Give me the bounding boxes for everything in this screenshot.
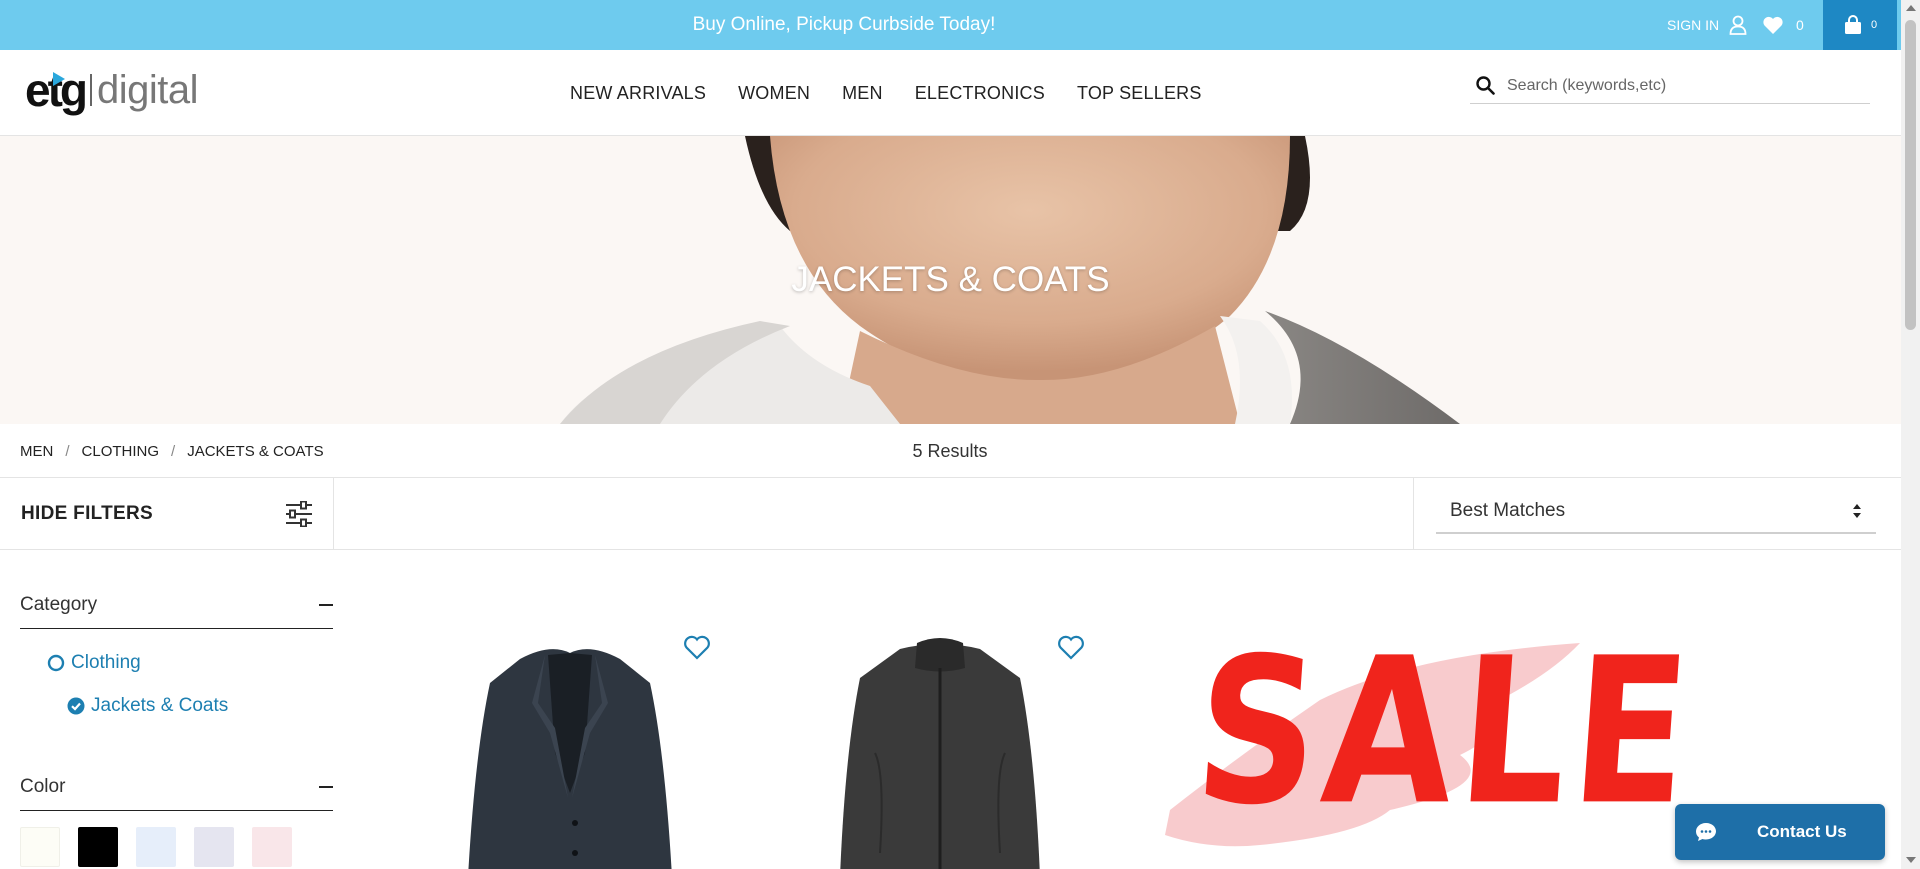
facet-category-header[interactable]: Category [20,581,333,629]
filter-sidebar: Category Clothing Jackets & Coats Color [20,550,333,869]
circle-outline-icon [47,654,65,671]
breadcrumb: MEN / CLOTHING / JACKETS & COATS [20,424,324,478]
wishlist-link[interactable]: 0 [1762,0,1804,50]
breadcrumb-separator: / [171,442,176,460]
promo-text: Buy Online, Pickup Curbside Today! [692,14,996,35]
site-logo[interactable]: etg digital [25,64,199,116]
color-swatch-black[interactable] [78,827,118,867]
minus-icon [319,785,333,788]
color-swatch-lavender[interactable] [194,827,234,867]
sort-selected-value: Best Matches [1450,500,1566,521]
sale-text: SALE [1188,614,1703,850]
promo-bar: Buy Online, Pickup Curbside Today! SIGN … [0,0,1901,50]
category-list: Clothing Jackets & Coats [20,641,333,727]
facet-category-title: Category [20,593,98,615]
category-item-clothing[interactable]: Clothing [47,641,333,684]
product-card[interactable] [805,625,1105,869]
hide-filters-label: HIDE FILTERS [21,503,154,524]
hide-filters-button[interactable]: HIDE FILTERS [0,478,334,550]
wishlist-heart-icon[interactable] [1057,635,1085,661]
nav-item-top-sellers[interactable]: TOP SELLERS [1077,83,1202,104]
breadcrumb-row: MEN / CLOTHING / JACKETS & COATS 5 Resul… [0,424,1901,478]
category-item-jackets-coats[interactable]: Jackets & Coats [47,684,333,727]
wishlist-heart-icon[interactable] [683,635,711,661]
product-image-black-jacket [840,638,1040,869]
check-circle-icon [67,697,85,714]
scroll-up-arrow-icon[interactable] [1906,5,1916,11]
color-swatch-ivory[interactable] [20,827,60,867]
nav-item-new-arrivals[interactable]: NEW ARRIVALS [570,83,706,104]
chat-bubble-icon [1696,823,1716,841]
page: Buy Online, Pickup Curbside Today! SIGN … [0,0,1920,869]
wishlist-count: 0 [1796,17,1804,33]
cart-count: 0 [1870,19,1878,31]
scrollbar-thumb[interactable] [1905,20,1916,330]
breadcrumb-item-current: JACKETS & COATS [187,442,324,460]
main-nav: NEW ARRIVALS WOMEN MEN ELECTRONICS TOP S… [570,50,1202,136]
page-scrollbar[interactable] [1901,0,1920,869]
logo-digital: digital [97,67,199,112]
product-image-suit-jacket [468,649,672,869]
facet-color-title: Color [20,775,66,797]
category-label: Jackets & Coats [91,694,229,716]
color-swatch-light-blue[interactable] [136,827,176,867]
color-swatch-pink[interactable] [252,827,292,867]
sign-in-label: SIGN IN [1667,17,1720,33]
facet-color-header[interactable]: Color [20,763,333,811]
filter-sort-bar: HIDE FILTERS Best Matches [0,478,1901,550]
nav-item-electronics[interactable]: ELECTRONICS [915,83,1045,104]
search-icon[interactable] [1476,76,1495,95]
user-icon [1729,15,1747,35]
sale-promo-tile[interactable]: SALE [1160,614,1702,869]
breadcrumb-separator: / [65,442,70,460]
breadcrumb-item-men[interactable]: MEN [20,443,53,460]
scroll-down-arrow-icon[interactable] [1906,857,1916,863]
search-input[interactable] [1507,76,1847,95]
product-card[interactable] [430,625,730,869]
sign-in-link[interactable]: SIGN IN [1667,0,1747,50]
filter-sliders-icon [286,501,312,527]
site-header: etg digital NEW ARRIVALS WOMEN MEN ELECT… [0,50,1901,136]
search-bar [1470,68,1870,104]
logo-divider [90,74,92,106]
heart-icon [1763,16,1783,34]
contact-us-label: Contact Us [1757,822,1847,841]
sort-caret-icon [1853,504,1861,518]
hero-banner: JACKETS & COATS [0,136,1901,424]
logo-triangle-icon [53,72,65,86]
nav-item-women[interactable]: WOMEN [738,83,810,104]
breadcrumb-item-clothing[interactable]: CLOTHING [82,443,160,460]
minus-icon [319,603,333,606]
cart-button[interactable]: 0 [1823,0,1897,50]
sort-area: Best Matches [1413,478,1901,550]
category-label: Clothing [71,651,141,673]
nav-item-men[interactable]: MEN [842,83,883,104]
color-swatches [20,827,333,867]
sort-select[interactable]: Best Matches [1436,490,1876,534]
page-title: JACKETS & COATS [791,260,1110,299]
results-count: 5 Results [912,441,988,461]
contact-us-button[interactable]: Contact Us [1675,804,1885,860]
shopping-bag-icon [1844,15,1861,34]
